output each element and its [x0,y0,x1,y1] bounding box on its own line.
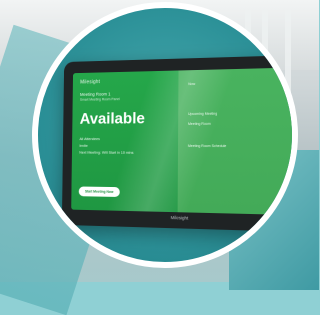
room-title: Meeting Room 1 [80,91,111,97]
meeting-room-tablet: Milesight Meeting Room 1 Smart Meeting R… [61,54,292,233]
screen-brand: Milesight [80,79,101,86]
product-circle: Milesight Meeting Room 1 Smart Meeting R… [32,2,298,268]
info-line: All Attendees [79,137,100,142]
room-subtitle: Smart Meeting Room Panel [79,97,120,102]
tablet-screen: Milesight Meeting Room 1 Smart Meeting R… [71,67,292,216]
bezel-brand-logo: Milesight [170,215,189,221]
